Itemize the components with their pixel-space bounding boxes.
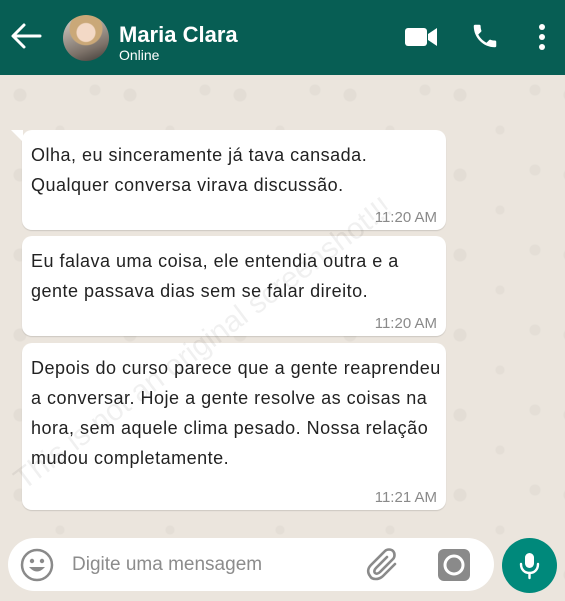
voice-call-button[interactable] [470,21,500,51]
camera-icon [438,549,470,581]
camera-button[interactable] [437,548,471,582]
phone-icon [473,24,497,48]
paperclip-icon [366,548,397,581]
chat-header: Maria Clara Online [0,0,565,75]
message-composer [8,538,494,591]
message-bubble[interactable]: Olha, eu sinceramente já tava cansada. Q… [11,130,446,230]
contact-status: Online [119,47,160,63]
arrow-left-icon [11,23,42,49]
message-time: 11:20 AM [374,315,437,332]
menu-button[interactable] [534,22,550,52]
message-text: Eu falava uma coisa, ele entendia outra … [31,251,399,301]
video-call-button[interactable] [404,25,438,49]
bubble-tail [11,130,23,142]
emoji-button[interactable] [19,547,55,583]
attach-button[interactable] [366,547,402,583]
back-button[interactable] [10,22,42,50]
message-text: Depois do curso parece que a gente reapr… [31,358,441,468]
microphone-icon [519,553,540,580]
message-input[interactable] [70,546,364,584]
message-time: 11:21 AM [374,489,437,506]
video-camera-icon [405,28,437,46]
message-text: Olha, eu sinceramente já tava cansada. Q… [31,145,368,195]
contact-avatar[interactable] [63,15,109,61]
more-vertical-icon [539,24,545,50]
emoji-icon [20,548,54,582]
message-time: 11:20 AM [374,209,437,226]
message-bubble[interactable]: Depois do curso parece que a gente reapr… [22,343,446,510]
contact-name[interactable]: Maria Clara [119,22,238,48]
message-bubble[interactable]: Eu falava uma coisa, ele entendia outra … [22,236,446,336]
voice-message-button[interactable] [502,538,557,593]
